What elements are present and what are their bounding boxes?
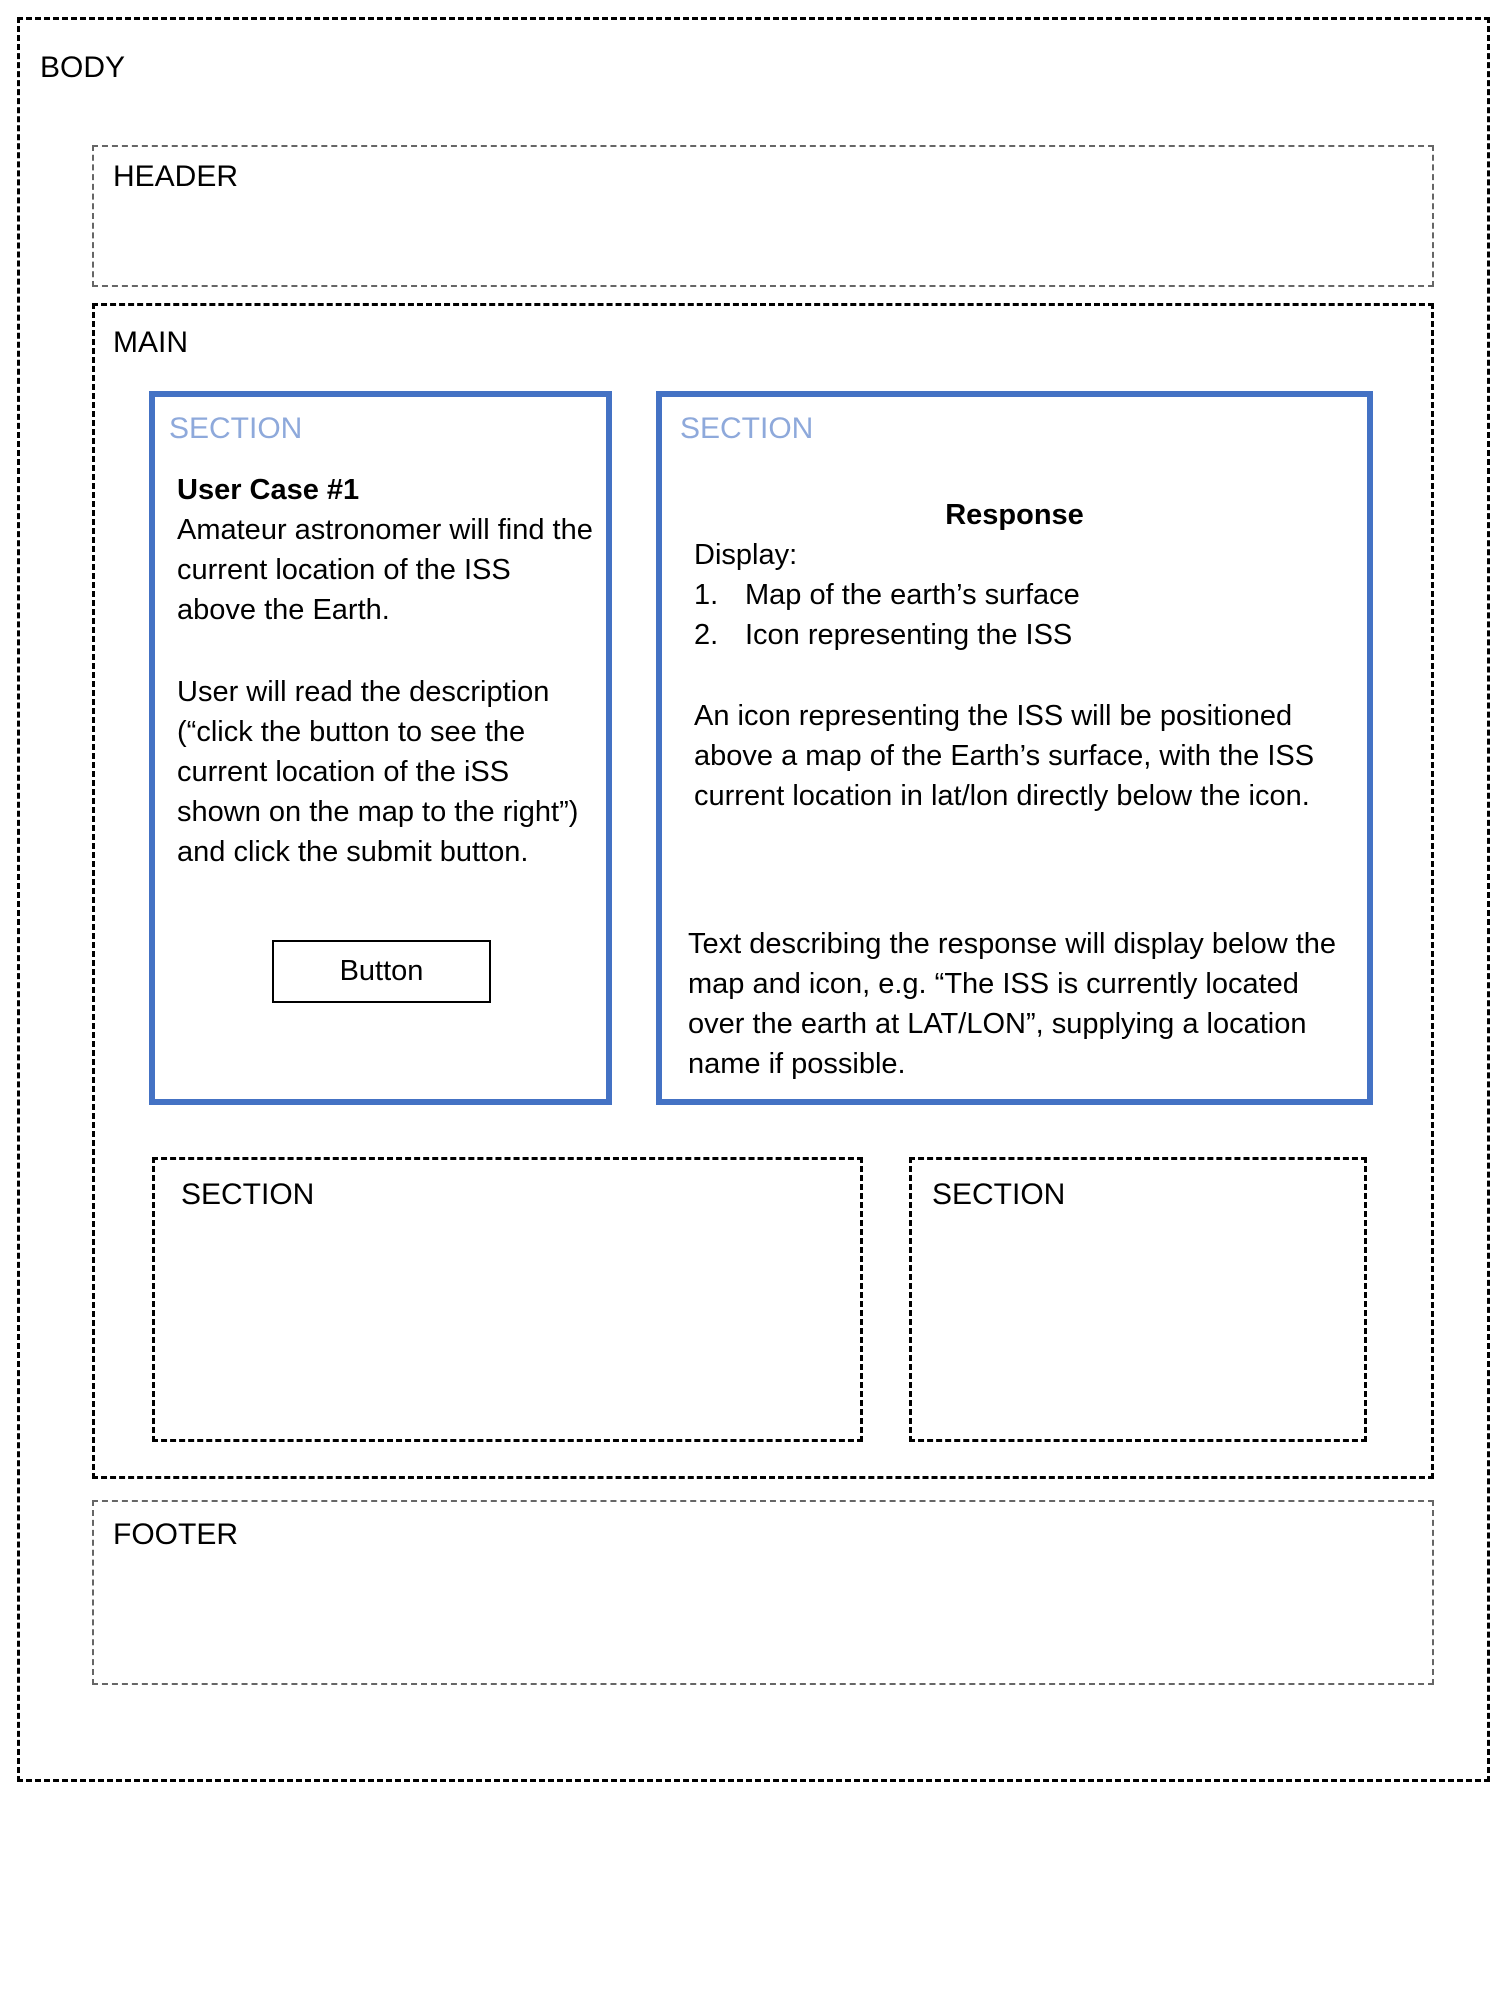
response-title: Response bbox=[945, 499, 1084, 531]
list-item: 1. Map of the earth’s surface bbox=[694, 575, 1334, 615]
user-case-description: Amateur astronomer will find the current… bbox=[177, 514, 593, 626]
user-case-section-label: SECTION bbox=[169, 412, 303, 445]
response-icon-description: An icon representing the ISS will be pos… bbox=[694, 700, 1315, 812]
footer-label: FOOTER bbox=[113, 1518, 238, 1551]
body-label: BODY bbox=[40, 51, 126, 84]
user-case-title: User Case #1 bbox=[177, 474, 360, 506]
list-item: 2. Icon representing the ISS bbox=[694, 615, 1334, 655]
bottom-left-section-label: SECTION bbox=[181, 1178, 315, 1211]
list-item-number: 2. bbox=[694, 619, 719, 651]
list-item-text: Map of the earth’s surface bbox=[745, 579, 1080, 611]
response-section-label: SECTION bbox=[680, 412, 814, 445]
header-label: HEADER bbox=[113, 160, 239, 193]
user-case-instructions: User will read the description (“click t… bbox=[177, 676, 579, 868]
display-label: Display: bbox=[694, 539, 798, 571]
header-container bbox=[92, 145, 1434, 287]
list-item-number: 1. bbox=[694, 579, 719, 611]
display-list: 1. Map of the earth’s surface 2. Icon re… bbox=[694, 575, 1334, 655]
bottom-right-section-label: SECTION bbox=[932, 1178, 1066, 1211]
list-item-text: Icon representing the ISS bbox=[745, 619, 1073, 651]
submit-button[interactable]: Button bbox=[272, 940, 491, 1003]
footer-container bbox=[92, 1500, 1434, 1685]
response-text-description: Text describing the response will displa… bbox=[688, 928, 1337, 1080]
main-label: MAIN bbox=[113, 326, 188, 359]
